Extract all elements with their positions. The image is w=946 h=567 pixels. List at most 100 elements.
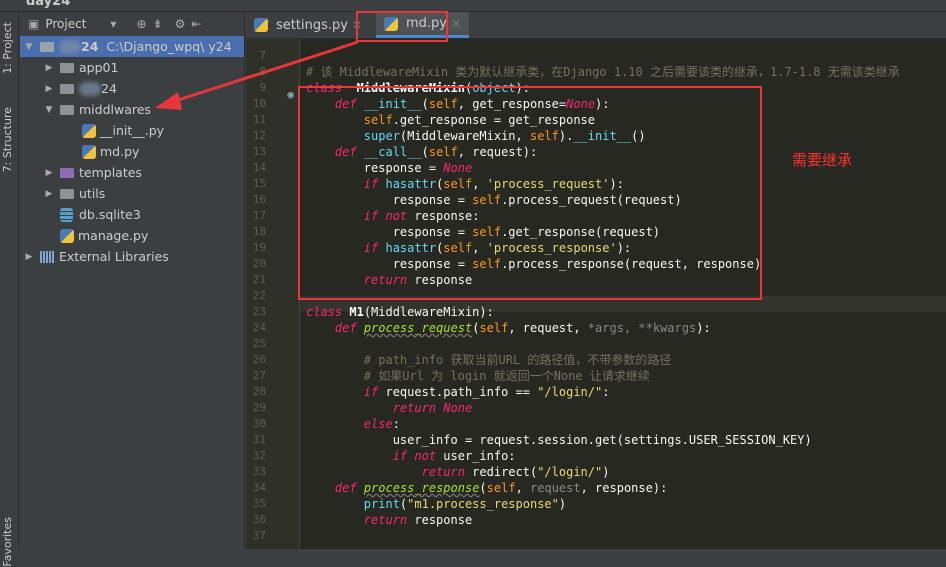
code-line[interactable]: # path_info 获取当前URL 的路径值，不带参数的路径 <box>306 352 672 368</box>
code-line[interactable]: if hasattr(self, 'process_response'): <box>306 240 631 256</box>
line-number: 8 <box>259 65 266 78</box>
code-line[interactable]: if hasattr(self, 'process_request'): <box>306 176 624 192</box>
code-line[interactable]: if request.path_info == "/login/": <box>306 384 610 400</box>
tree-item-init-py[interactable]: __init__.py <box>20 120 244 141</box>
line-number: 21 <box>252 273 266 286</box>
collapsed-arrow-icon[interactable]: ▶ <box>44 168 54 178</box>
line-number: 27 <box>252 369 266 382</box>
tab-settings-py[interactable]: settings.py ✕ <box>246 12 370 38</box>
line-number: 12 <box>252 129 266 142</box>
code-token: M1 <box>349 305 364 319</box>
chevron-down-icon[interactable]: ▾ <box>110 17 116 31</box>
tab-md-py[interactable]: md.py ✕ <box>375 12 470 38</box>
tree-item-md-py[interactable]: md.py <box>20 141 244 162</box>
tree-item-external-libraries[interactable]: ▶ External Libraries <box>20 246 244 267</box>
code-line[interactable]: response = self.get_response(request) <box>306 224 660 240</box>
root-name: 24 <box>81 39 99 54</box>
annotation-text: 需要继承 <box>792 151 853 169</box>
collapsed-arrow-icon[interactable]: ▶ <box>24 252 34 262</box>
tree-item-manage-py[interactable]: manage.py <box>20 225 244 246</box>
tree-item-templates[interactable]: ▶ templates <box>20 162 244 183</box>
line-number: 16 <box>252 193 266 206</box>
hide-panel-icon[interactable]: ⇤ <box>191 17 201 31</box>
code-token: .get_response(request) <box>501 225 661 239</box>
code-line[interactable]: class M1(MiddlewareMixin): <box>306 304 494 320</box>
code-line[interactable]: if not user_info: <box>306 448 516 464</box>
code-token: def <box>334 97 357 111</box>
code-line[interactable]: return response <box>306 272 472 288</box>
code-token: , request): <box>457 145 538 159</box>
code-token: def <box>334 481 357 495</box>
code-line[interactable]: def process_request(self, request, *args… <box>306 320 711 336</box>
line-number: 36 <box>252 513 266 526</box>
collapsed-arrow-icon[interactable]: ▶ <box>44 84 54 94</box>
tree-item-db-sqlite3[interactable]: db.sqlite3 <box>20 204 244 225</box>
code-token: response = <box>306 225 473 239</box>
close-icon[interactable]: ✕ <box>451 17 461 31</box>
code-line[interactable]: response = self.process_response(request… <box>306 256 761 272</box>
code-line[interactable]: user_info = request.session.get(settings… <box>306 432 812 448</box>
collapse-all-icon[interactable]: ⇟ <box>153 17 163 31</box>
code-token: response <box>407 273 473 287</box>
root-path: C:\Django_wpq\ y24 <box>106 39 232 54</box>
tab-project-tool[interactable]: 1: Project <box>1 22 18 74</box>
code-line[interactable]: print("m1.process_response") <box>306 496 566 512</box>
gear-icon[interactable]: ⚙ <box>175 17 186 31</box>
collapsed-arrow-icon[interactable]: ▶ <box>44 63 54 73</box>
line-gutter: 7 8 9 10 11 12 13 14 15 16 17 18 19 20 21 22 23 24 25 26 27 2… <box>246 39 300 549</box>
code-line[interactable]: response = None <box>306 160 472 176</box>
code-token: process_request <box>363 321 473 335</box>
tree-item-label: md.py <box>100 144 140 159</box>
code-line[interactable]: def __call__(self, request): <box>306 144 537 160</box>
line-number: 34 <box>252 481 266 494</box>
locate-icon[interactable]: ⊕ <box>136 17 146 31</box>
code-line[interactable]: return response <box>306 512 472 528</box>
code-line[interactable]: # 该 MiddlewareMixin 类为默认继承类，在Django 1.10… <box>306 64 900 80</box>
expanded-arrow-icon[interactable]: ▼ <box>24 42 34 52</box>
line-number: 31 <box>252 433 266 446</box>
code-token: ): <box>595 97 610 111</box>
line-number: 32 <box>252 449 266 462</box>
code-line[interactable]: response = self.process_request(request) <box>306 192 682 208</box>
tree-item-utils[interactable]: ▶ utils <box>20 183 244 204</box>
code-line[interactable]: super(MiddlewareMixin, self).__init__() <box>306 128 646 144</box>
override-marker-icon[interactable]: ◉ <box>274 88 294 101</box>
code-line[interactable]: else: <box>306 416 400 432</box>
code-token: : <box>392 417 400 431</box>
line-number: 13 <box>252 145 266 158</box>
code-line[interactable]: if not response: <box>306 208 480 224</box>
code-line[interactable]: return None <box>306 400 472 416</box>
line-number: 18 <box>252 225 266 238</box>
code-token: response <box>407 513 473 527</box>
tab-favorites-tool[interactable]: Favorites <box>1 517 18 567</box>
tab-structure-tool[interactable]: 7: Structure <box>1 107 18 172</box>
project-view-icon: ▣ <box>28 17 40 31</box>
close-icon[interactable]: ✕ <box>352 18 362 32</box>
code-editor[interactable]: 7 8 9 10 11 12 13 14 15 16 17 18 19 20 21 22 23 24 25 26 27 2… <box>246 39 946 549</box>
code-line[interactable]: return redirect("/login/") <box>306 464 610 480</box>
tree-item-app01[interactable]: ▶ app01 <box>20 57 244 78</box>
code-token: object <box>472 81 516 95</box>
collapsed-arrow-icon[interactable]: ▶ <box>44 189 54 199</box>
tree-item-24[interactable]: ▶ 24 <box>20 78 244 99</box>
code-token: process_response <box>363 481 480 495</box>
code-line[interactable]: def __init__(self, get_response=None): <box>306 96 610 112</box>
code-token: user_info: <box>436 449 516 463</box>
code-line[interactable]: def process_response(self, request, resp… <box>306 480 667 496</box>
expanded-arrow-icon[interactable]: ▼ <box>44 105 54 115</box>
code-token: , get_response= <box>457 97 567 111</box>
code-line[interactable]: self.get_response = get_response <box>306 112 595 128</box>
tree-item-middlwares[interactable]: ▼ middlwares <box>20 99 244 120</box>
tree-item-label: __init__.py <box>100 123 165 138</box>
code-line[interactable]: # 如果Url 为 login 就返回一个None 让请求继续 <box>306 368 650 384</box>
code-token: ( <box>479 481 487 495</box>
code-line[interactable]: class MiddlewareMixin(object): <box>306 80 530 96</box>
project-view-selector[interactable]: Project <box>45 17 86 31</box>
tree-root[interactable]: ▼ 24 C:\Django_wpq\ y24 <box>20 36 244 57</box>
